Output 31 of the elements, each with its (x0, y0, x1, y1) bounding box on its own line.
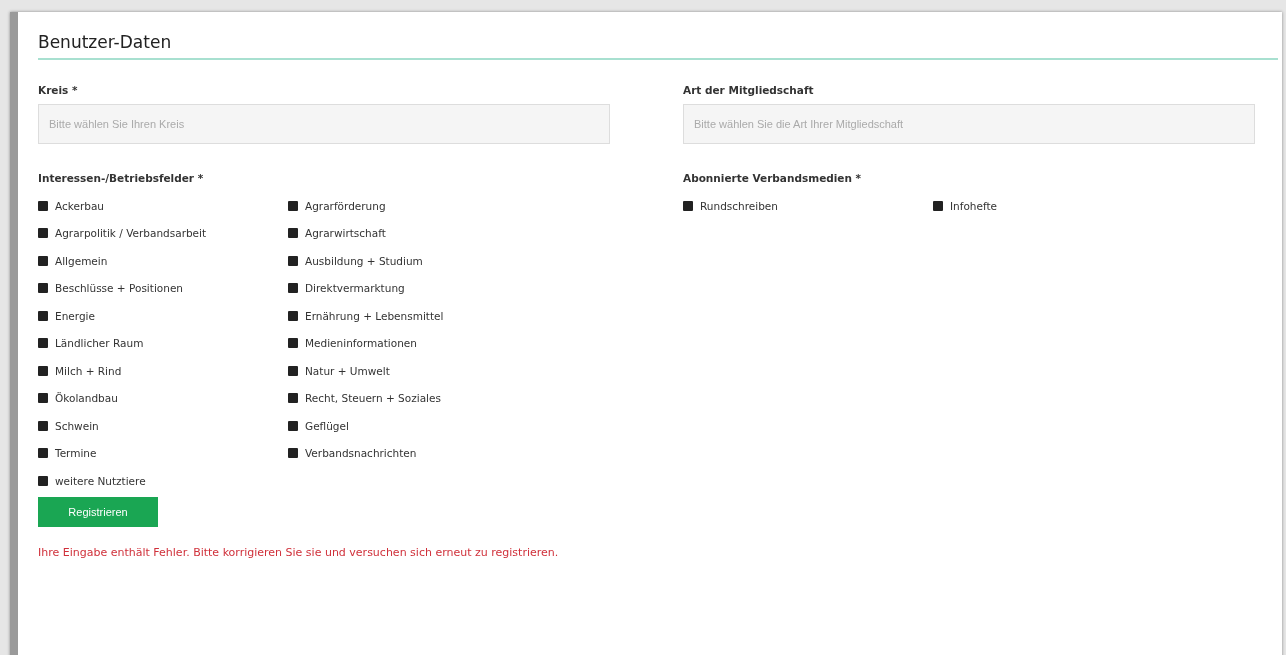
checkbox-option[interactable]: Ländlicher Raum (38, 329, 288, 357)
checkbox-option[interactable]: Verbandsnachrichten (288, 439, 538, 467)
section-heading: Benutzer-Daten (38, 32, 1278, 60)
checkbox-option[interactable]: Schwein (38, 412, 288, 440)
field-label: Art der Mitgliedschaft (683, 84, 815, 96)
checkbox-option[interactable]: Geflügel (288, 412, 538, 440)
error-message: Ihre Eingabe enthält Fehler. Bitte korrigieren Sie sie und versuchen sich erneut zu registrieren. (38, 544, 560, 561)
select-field[interactable]: Bitte wählen Sie die Art Ihrer Mitgliedschaft (683, 104, 1255, 144)
checkbox-option[interactable]: Agrarpolitik / Verbandsarbeit (38, 219, 288, 247)
checkbox-option[interactable]: Direktvermarktung (288, 274, 538, 302)
checkbox-option[interactable]: Medieninformationen (288, 329, 538, 357)
checkbox-option[interactable]: Milch + Rind (38, 357, 288, 385)
checkbox-option[interactable]: Ausbildung + Studium (288, 247, 538, 275)
checkbox-option[interactable]: Allgemein (38, 247, 288, 275)
checkbox-option[interactable]: Termine (38, 439, 288, 467)
group-label: Interessen-/Betriebsfelder * (38, 172, 205, 184)
checkbox-option[interactable]: Beschlüsse + Positionen (38, 274, 288, 302)
checkbox-option[interactable]: Recht, Steuern + Soziales (288, 384, 538, 412)
checkbox-option[interactable]: Infohefte (933, 192, 1183, 220)
checkbox-option[interactable]: Energie (38, 302, 288, 330)
checkbox-option[interactable]: Ökolandbau (38, 384, 288, 412)
checkbox-option[interactable]: Ernährung + Lebensmittel (288, 302, 538, 330)
checkbox-option[interactable]: Natur + Umwelt (288, 357, 538, 385)
group-label: Abonnierte Verbandsmedien * (683, 172, 863, 184)
field-label: Kreis * (38, 84, 79, 96)
checkbox-option[interactable]: Rundschreiben (683, 192, 933, 220)
checkbox-option[interactable]: Agrarwirtschaft (288, 219, 538, 247)
checkbox-option[interactable]: weitere Nutztiere (38, 467, 288, 495)
checkbox-option[interactable]: Ackerbau (38, 192, 288, 220)
select-field[interactable]: Bitte wählen Sie Ihren Kreis (38, 104, 610, 144)
checkbox-option[interactable]: Agrarförderung (288, 192, 538, 220)
